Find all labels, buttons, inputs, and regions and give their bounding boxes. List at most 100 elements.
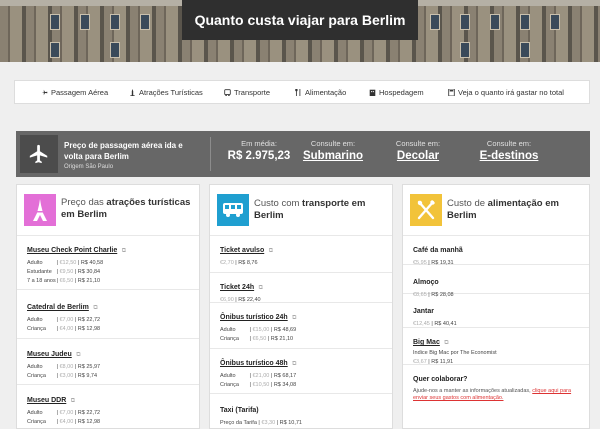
item-title: Jantar: [413, 308, 435, 315]
external-link-icon[interactable]: ⧉: [292, 315, 296, 321]
cutlery-icon: [417, 200, 436, 220]
card-header: Custo com transporte em Berlim: [210, 185, 392, 235]
card-header: Custo de alimentação em Berlim: [403, 185, 589, 235]
external-link-icon[interactable]: ⧉: [292, 361, 296, 367]
hero-window: [430, 14, 440, 30]
item-link[interactable]: Museu DDR: [27, 397, 66, 404]
external-link-icon[interactable]: ⧉: [76, 352, 80, 358]
nav-item-airfare[interactable]: Passagem Aérea: [41, 81, 108, 103]
hero-window: [80, 14, 90, 30]
item-link[interactable]: Museu Check Point Charlie: [27, 247, 117, 254]
list-item: Museu Check Point Charlie ⧉ Adulto | €12…: [17, 235, 199, 289]
food-card: Custo de alimentação em Berlim Café da m…: [402, 184, 590, 429]
nav-item-label: Hospedagem: [379, 87, 424, 97]
list-item: Big Mac ⧉ Indice Big Mac por The Economi…: [403, 327, 589, 365]
nav-item-food[interactable]: Alimentação: [295, 81, 346, 103]
hero-window: [550, 14, 560, 30]
item-link[interactable]: Big Mac: [413, 339, 440, 346]
hero-window: [460, 42, 470, 58]
item-subtitle: Indice Big Mac por The Economist: [413, 350, 497, 356]
item-link[interactable]: Ônibus turístico 24h: [220, 314, 288, 321]
price-row: Criança | €10,50 | R$ 34,08: [220, 382, 297, 388]
price-row: Criança | €3,00 | R$ 9,74: [27, 373, 98, 379]
external-link-icon[interactable]: ⧉: [259, 285, 263, 291]
airplane-icon: [29, 144, 48, 164]
airfare-title: Preço de passagem aérea ida e volta para…: [64, 141, 183, 161]
monument-icon: [130, 88, 135, 96]
price-row: Adulto | €12,50 | R$ 40,58: [27, 260, 104, 266]
list-item: Ticket 24h ⧉ €6,90 | R$ 22,40: [210, 272, 392, 303]
price-row: Criança | €6,50 | R$ 21,10: [220, 336, 294, 342]
contribute-text: Ajude-nos a manter as informações atuali…: [413, 388, 572, 401]
airfare-origin: Origem São Paulo: [64, 164, 114, 170]
hero-window: [520, 42, 530, 58]
item-title: Taxi (Tarifa): [220, 407, 259, 414]
nav-item-transport[interactable]: Transporte: [224, 81, 270, 103]
calculator-icon: [448, 88, 455, 96]
hero-window: [490, 14, 500, 30]
item-link[interactable]: Ticket 24h: [220, 284, 254, 291]
eiffel-tower-icon: [33, 199, 47, 221]
item-link[interactable]: Ticket avulso: [220, 247, 264, 254]
list-item: Ônibus turístico 48h ⧉ Adulto | €21,00 |…: [210, 348, 392, 393]
item-title: Café da manhã: [413, 247, 463, 254]
price-row: Adulto | €15,00 | R$ 48,69: [220, 327, 297, 333]
external-link-icon[interactable]: ⧉: [122, 248, 126, 254]
site-link-edestinos[interactable]: E-destinos: [454, 150, 564, 162]
card-title: Custo de alimentação em Berlim: [447, 198, 559, 221]
airfare-icon-box: [20, 135, 58, 173]
external-link-icon[interactable]: ⧉: [93, 305, 97, 311]
transport-icon-box: [217, 194, 249, 226]
hero-banner: Quanto custa viajar para Berlim: [0, 0, 600, 62]
list-item: Café da manhã €5,95 | R$ 19,31: [403, 235, 589, 266]
price-row: Criança | €4,00 | R$ 12,98: [27, 326, 101, 332]
item-title: Almoço: [413, 279, 439, 286]
hero-window: [110, 42, 120, 58]
nav-item-attractions[interactable]: Atrações Turísticas: [129, 81, 203, 103]
card-title: Custo com transporte em Berlim: [254, 198, 366, 221]
item-link[interactable]: Museu Judeu: [27, 351, 72, 358]
category-nav: Passagem Aérea Atrações Turísticas Trans…: [14, 80, 590, 104]
contribute-title: Quer colaborar?: [413, 376, 468, 383]
external-link-icon[interactable]: ⧉: [444, 340, 448, 346]
hero-window: [140, 14, 150, 30]
hero-window: [110, 14, 120, 30]
item-link[interactable]: Catedral de Berlim: [27, 304, 89, 311]
hotel-icon: [369, 89, 376, 96]
price-row: Preço da Tarifa | €3,30 | R$ 10,71: [220, 420, 302, 426]
list-item: Catedral de Berlim ⧉ Adulto | €7,00 | R$…: [17, 289, 199, 338]
price-row: Criança | €4,00 | R$ 12,98: [27, 419, 101, 425]
contribute-section: Quer colaborar? Ajude-nos a manter as in…: [403, 364, 589, 404]
site-caption: Consulte em:: [486, 139, 532, 148]
list-item: Ônibus turístico 24h ⧉ Adulto | €15,00 |…: [210, 302, 392, 348]
list-item: Museu Judeu ⧉ Adulto | €8,00 | R$ 25,97 …: [17, 338, 199, 384]
hero-window: [50, 14, 60, 30]
price-row: Adulto | €21,00 | R$ 68,17: [220, 373, 297, 379]
airfare-site-edestinos[interactable]: Consulte em: E-destinos: [454, 139, 564, 162]
price-row: Adulto | €8,00 | R$ 25,97: [27, 364, 101, 370]
food-icon-box: [410, 194, 442, 226]
attractions-icon-box: [24, 194, 56, 226]
price-row: Adulto | €7,00 | R$ 22,72: [27, 410, 101, 416]
nav-item-label: Veja o quanto irá gastar no total: [458, 87, 564, 97]
airplane-icon: [41, 89, 48, 95]
nav-item-label: Transporte: [234, 87, 270, 97]
nav-item-lodging[interactable]: Hospedagem: [369, 81, 424, 103]
list-item: Jantar €12,45 | R$ 40,41: [403, 293, 589, 327]
external-link-icon[interactable]: ⧉: [269, 248, 273, 254]
item-link[interactable]: Ônibus turístico 48h: [220, 360, 288, 367]
attractions-card: Preço das atrações turísticas em Berlim …: [16, 184, 200, 429]
price-row: Estudante | €9,50 | R$ 30,84: [27, 269, 101, 275]
list-item: Taxi (Tarifa) Preço da Tarifa | €3,30 | …: [210, 393, 392, 428]
list-item: Almoço €8,65 | R$ 28,08: [403, 264, 589, 298]
hero-window: [50, 42, 60, 58]
list-item: Museu DDR ⧉ Adulto | €7,00 | R$ 22,72 Cr…: [17, 384, 199, 428]
external-link-icon[interactable]: ⧉: [71, 398, 75, 404]
list-item: Ticket avulso ⧉ €2,70 | R$ 8,76: [210, 235, 392, 272]
nav-item-total[interactable]: Veja o quanto irá gastar no total: [448, 81, 564, 103]
price-row: €2,70 | R$ 8,76: [220, 260, 258, 266]
airfare-price-bar: Preço de passagem aérea ida e volta para…: [16, 131, 590, 177]
card-header: Preço das atrações turísticas em Berlim: [17, 185, 199, 235]
bus-icon: [223, 203, 243, 217]
card-title: Preço das atrações turísticas em Berlim: [61, 197, 191, 220]
